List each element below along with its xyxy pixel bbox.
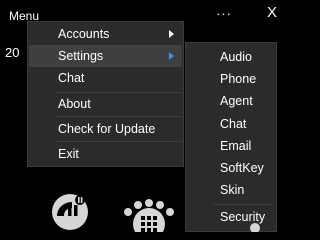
bottom-toolbar bbox=[0, 188, 300, 240]
close-button[interactable]: X bbox=[264, 5, 280, 21]
menu-item-label: Chat bbox=[58, 71, 85, 85]
menu-item-chat[interactable]: Chat bbox=[29, 67, 182, 89]
menu-item-settings[interactable]: Settings bbox=[29, 45, 182, 67]
submenu-item-softkey[interactable]: SoftKey bbox=[186, 157, 276, 179]
menu-item-accounts[interactable]: Accounts bbox=[29, 23, 182, 45]
menu-item-exit[interactable]: Exit bbox=[29, 143, 182, 165]
submenu-arrow-icon bbox=[169, 30, 174, 38]
dialpad-icon[interactable] bbox=[124, 199, 174, 240]
main-menu: Accounts Settings Chat About Check for U… bbox=[27, 21, 184, 167]
menu-item-check-for-update[interactable]: Check for Update bbox=[29, 118, 182, 140]
menu-item-label: Settings bbox=[58, 49, 104, 63]
more-options-button[interactable]: ··· bbox=[216, 6, 232, 21]
menu-item-label: Accounts bbox=[58, 27, 110, 41]
menu-separator bbox=[55, 141, 182, 142]
submenu-item-phone[interactable]: Phone bbox=[186, 68, 276, 90]
menu-item-about[interactable]: About bbox=[29, 93, 182, 115]
menu-item-label: Check for Update bbox=[58, 122, 156, 136]
menu-item-label: About bbox=[58, 97, 91, 111]
submenu-item-chat[interactable]: Chat bbox=[186, 113, 276, 135]
submenu-arrow-icon bbox=[169, 52, 174, 60]
menu-separator bbox=[55, 116, 182, 117]
menu-item-label: Exit bbox=[58, 147, 79, 161]
submenu-item-agent[interactable]: Agent bbox=[186, 90, 276, 112]
submenu-item-audio[interactable]: Audio bbox=[186, 46, 276, 68]
call-hold-icon[interactable] bbox=[52, 194, 88, 230]
submenu-item-email[interactable]: Email bbox=[186, 135, 276, 157]
background-number: 20 bbox=[5, 45, 20, 60]
